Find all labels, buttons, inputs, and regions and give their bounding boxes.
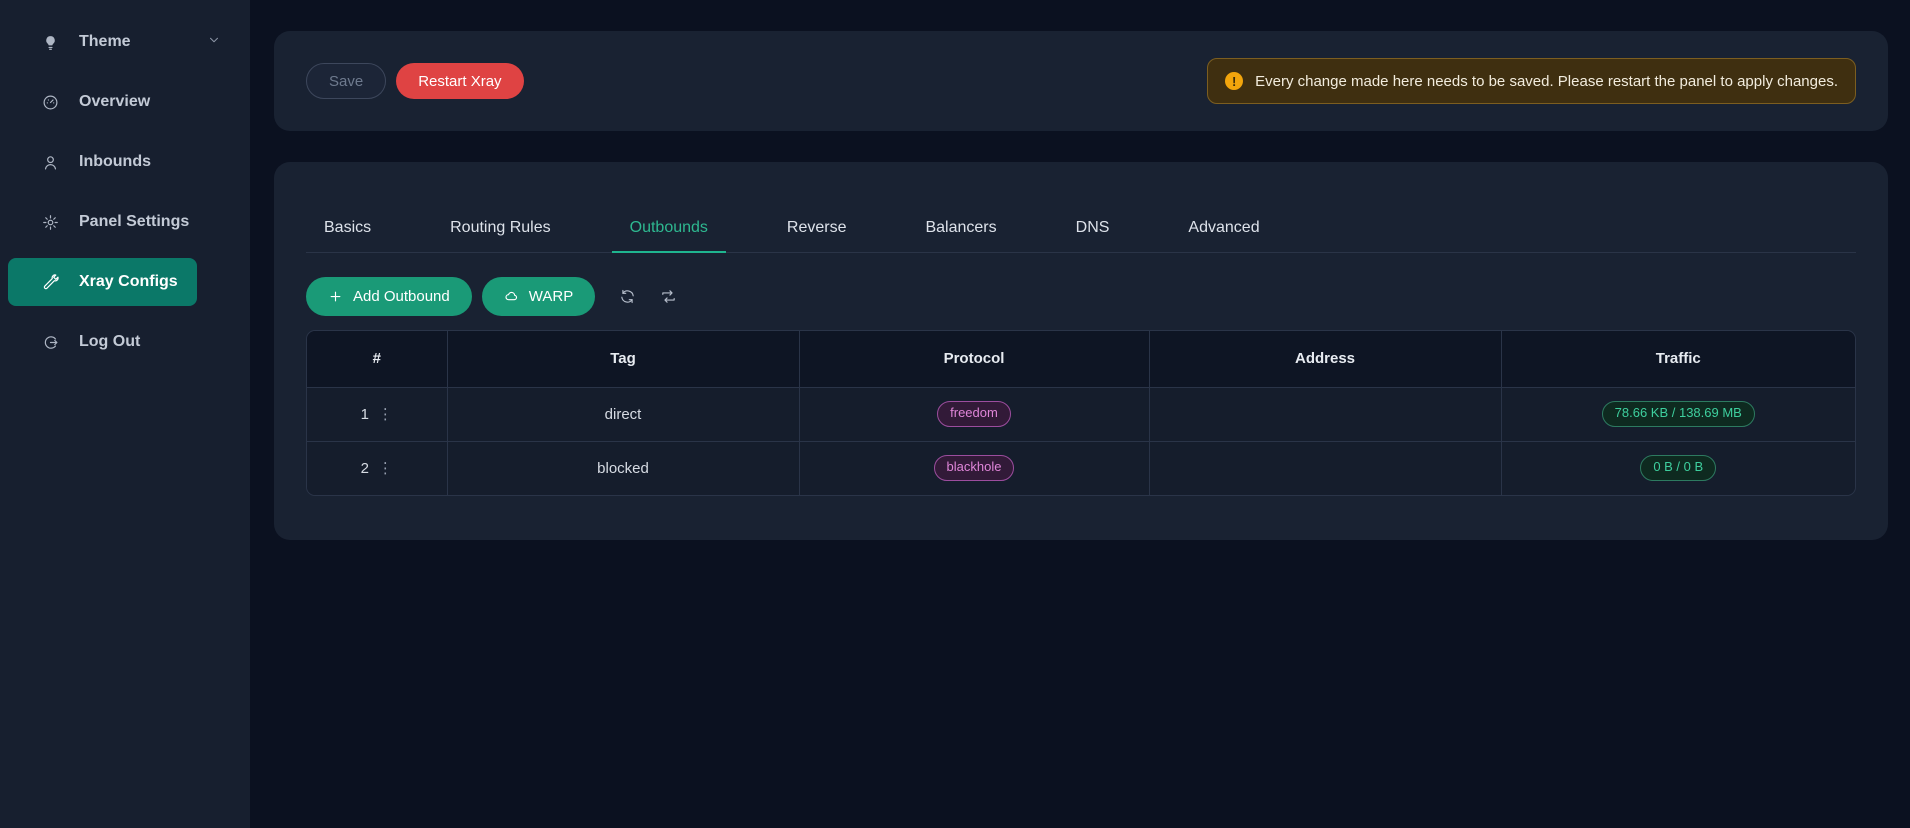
chevron-down-icon [207,33,221,52]
add-outbound-button[interactable]: Add Outbound [306,277,472,316]
plus-icon [328,289,343,304]
traffic-cell: 78.66 KB / 138.69 MB [1501,387,1855,441]
sidebar-item-label: Inbounds [79,153,151,171]
actions-row: Add Outbound WARP [306,277,1856,316]
bulb-icon [42,34,59,51]
dashboard-icon [42,94,59,111]
sidebar: Theme Overview Inbounds Panel Settings X… [0,0,250,828]
traffic-cell: 0 B / 0 B [1501,441,1855,495]
sidebar-item-panel-settings[interactable]: Panel Settings [8,198,197,246]
warning-banner: ! Every change made here needs to be sav… [1207,58,1856,104]
sidebar-item-theme[interactable]: Theme [8,18,197,66]
tab-basics[interactable]: Basics [306,206,389,252]
sync-icon[interactable] [619,288,636,305]
repeat-icon[interactable] [660,288,677,305]
column-header-tag: Tag [447,331,799,387]
column-header-index: # [307,331,447,387]
exclamation-circle-icon: ! [1225,72,1243,90]
add-outbound-label: Add Outbound [353,288,450,305]
traffic-badge: 0 B / 0 B [1640,455,1716,481]
xray-configs-card: Basics Routing Rules Outbounds Reverse B… [274,162,1888,540]
row-index: 1 [361,406,369,423]
tab-bar: Basics Routing Rules Outbounds Reverse B… [306,162,1856,253]
row-index: 2 [361,460,369,477]
toolbar-card: Save Restart Xray ! Every change made he… [274,31,1888,131]
tab-reverse[interactable]: Reverse [769,206,865,252]
sidebar-item-label: Log Out [79,333,140,351]
save-button[interactable]: Save [306,63,386,99]
tab-outbounds[interactable]: Outbounds [612,206,726,252]
protocol-cell: freedom [799,387,1149,441]
row-menu-icon[interactable]: ⋮ [378,407,393,422]
address-cell [1149,441,1501,495]
column-header-address: Address [1149,331,1501,387]
table-row: 2 ⋮ blocked blackhole 0 B / 0 B [307,441,1855,495]
column-header-protocol: Protocol [799,331,1149,387]
sidebar-item-label: Panel Settings [79,213,189,231]
sidebar-item-label: Theme [79,33,131,51]
protocol-badge: freedom [937,401,1011,427]
tag-cell: blocked [447,441,799,495]
row-menu-icon[interactable]: ⋮ [378,461,393,476]
tag-cell: direct [447,387,799,441]
row-index-cell: 1 ⋮ [307,387,447,441]
column-header-traffic: Traffic [1501,331,1855,387]
protocol-badge: blackhole [934,455,1015,481]
table-row: 1 ⋮ direct freedom 78.66 KB / 138.69 MB [307,387,1855,441]
address-cell [1149,387,1501,441]
sidebar-item-label: Overview [79,93,150,111]
tab-advanced[interactable]: Advanced [1170,206,1277,252]
wrench-icon [42,274,59,291]
tab-balancers[interactable]: Balancers [907,206,1014,252]
table-header-row: # Tag Protocol Address Traffic [307,331,1855,387]
protocol-cell: blackhole [799,441,1149,495]
tab-dns[interactable]: DNS [1058,206,1128,252]
traffic-badge: 78.66 KB / 138.69 MB [1602,401,1755,427]
warp-label: WARP [529,288,573,305]
sidebar-item-log-out[interactable]: Log Out [8,318,197,366]
warp-button[interactable]: WARP [482,277,595,316]
sidebar-item-xray-configs[interactable]: Xray Configs [8,258,197,306]
outbounds-table: # Tag Protocol Address Traffic 1 ⋮ direc… [306,330,1856,496]
sidebar-item-overview[interactable]: Overview [8,78,197,126]
logout-icon [42,334,59,351]
cloud-icon [504,289,519,304]
sidebar-item-inbounds[interactable]: Inbounds [8,138,197,186]
sidebar-item-label: Xray Configs [79,273,178,291]
gear-icon [42,214,59,231]
restart-xray-button[interactable]: Restart Xray [396,63,523,99]
warning-text: Every change made here needs to be saved… [1255,73,1838,90]
tab-routing-rules[interactable]: Routing Rules [432,206,569,252]
row-index-cell: 2 ⋮ [307,441,447,495]
user-icon [42,154,59,171]
